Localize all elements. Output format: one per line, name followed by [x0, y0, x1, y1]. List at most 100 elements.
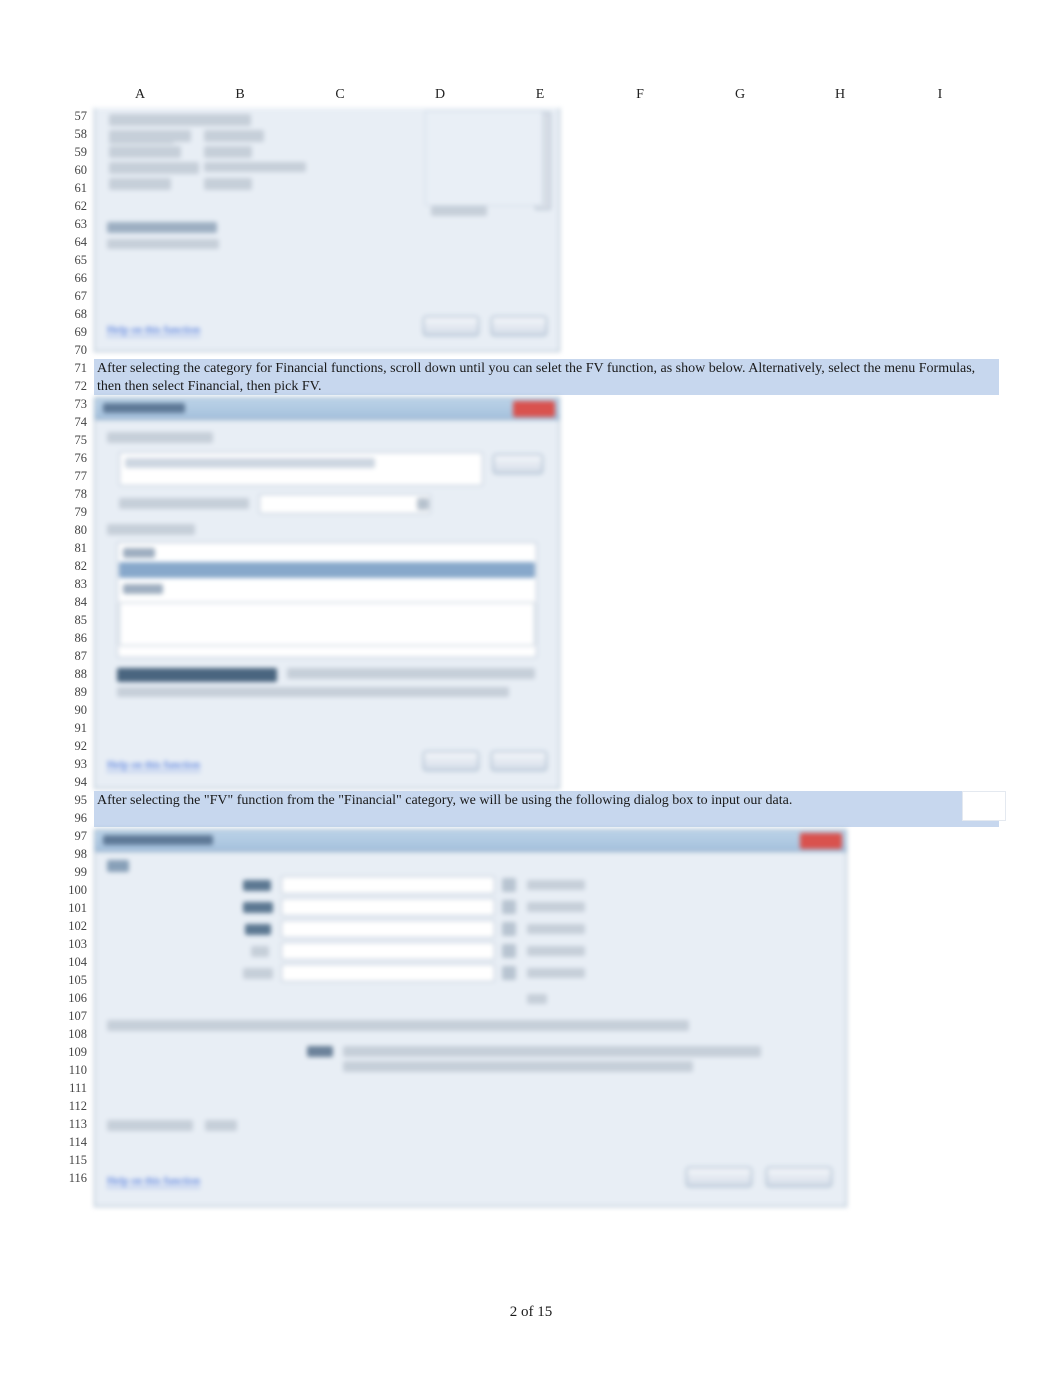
row-header[interactable]: 103	[57, 935, 91, 953]
dialog-insert-function-bottom: Help on this function	[94, 108, 560, 352]
row-header[interactable]: 81	[57, 539, 91, 557]
col-header-f[interactable]: F	[590, 87, 690, 107]
comment-indicator	[962, 791, 1006, 821]
row-header[interactable]: 67	[57, 287, 91, 305]
row-header[interactable]: 65	[57, 251, 91, 269]
dialog-titlebar	[95, 830, 846, 852]
row-header[interactable]: 69	[57, 323, 91, 341]
row-header[interactable]: 94	[57, 773, 91, 791]
row-header[interactable]: 100	[57, 881, 91, 899]
row-header[interactable]: 93	[57, 755, 91, 773]
row-header[interactable]: 68	[57, 305, 91, 323]
row-header[interactable]: 115	[57, 1151, 91, 1169]
row-header[interactable]: 89	[57, 683, 91, 701]
help-link[interactable]: Help on this function	[107, 759, 200, 772]
row-header[interactable]: 95	[57, 791, 91, 809]
row-header[interactable]: 96	[57, 809, 91, 827]
row-header[interactable]: 66	[57, 269, 91, 287]
row-header[interactable]: 108	[57, 1025, 91, 1043]
pv-input[interactable]	[281, 942, 495, 960]
close-icon[interactable]	[800, 833, 842, 849]
row-header[interactable]: 101	[57, 899, 91, 917]
row-header[interactable]: 116	[57, 1169, 91, 1187]
row-header[interactable]: 88	[57, 665, 91, 683]
row-header[interactable]: 61	[57, 179, 91, 197]
ref-picker-icon[interactable]	[502, 922, 516, 936]
col-header-g[interactable]: G	[690, 87, 790, 107]
rate-input[interactable]	[281, 876, 495, 894]
row-header[interactable]: 60	[57, 161, 91, 179]
col-header-b[interactable]: B	[190, 87, 290, 107]
row-header[interactable]: 107	[57, 1007, 91, 1025]
row-header[interactable]: 76	[57, 449, 91, 467]
row-header[interactable]: 109	[57, 1043, 91, 1061]
row-header[interactable]: 59	[57, 143, 91, 161]
ref-picker-icon[interactable]	[502, 878, 516, 892]
category-select[interactable]	[259, 494, 431, 514]
row-header[interactable]: 58	[57, 125, 91, 143]
row-header[interactable]: 99	[57, 863, 91, 881]
row-header[interactable]: 98	[57, 845, 91, 863]
row-header[interactable]: 85	[57, 611, 91, 629]
row-header[interactable]: 63	[57, 215, 91, 233]
row-header[interactable]: 75	[57, 431, 91, 449]
row-header[interactable]: 92	[57, 737, 91, 755]
row-header[interactable]: 73	[57, 395, 91, 413]
cancel-button[interactable]	[491, 316, 547, 336]
col-header-d[interactable]: D	[390, 87, 490, 107]
col-header-h[interactable]: H	[790, 87, 890, 107]
row-header[interactable]: 87	[57, 647, 91, 665]
row-header[interactable]: 62	[57, 197, 91, 215]
row-header[interactable]: 97	[57, 827, 91, 845]
row-header[interactable]: 114	[57, 1133, 91, 1151]
row-header[interactable]: 74	[57, 413, 91, 431]
row-header[interactable]: 57	[57, 107, 91, 125]
row-header[interactable]: 80	[57, 521, 91, 539]
row-header[interactable]: 112	[57, 1097, 91, 1115]
row-header[interactable]: 91	[57, 719, 91, 737]
row-header[interactable]: 78	[57, 485, 91, 503]
row-header[interactable]: 84	[57, 593, 91, 611]
nper-input[interactable]	[281, 898, 495, 916]
row-header[interactable]: 105	[57, 971, 91, 989]
row-header[interactable]: 86	[57, 629, 91, 647]
col-header-a[interactable]: A	[90, 87, 190, 107]
row-header[interactable]: 106	[57, 989, 91, 1007]
ref-picker-icon[interactable]	[502, 944, 516, 958]
row-header[interactable]: 79	[57, 503, 91, 521]
ref-picker-icon[interactable]	[502, 900, 516, 914]
help-link[interactable]: Help on this function	[107, 324, 200, 337]
ok-button[interactable]	[423, 751, 479, 771]
row-header[interactable]: 77	[57, 467, 91, 485]
column-headers: A B C D E F G H I	[90, 87, 1000, 107]
list-item-selected[interactable]	[119, 562, 535, 578]
cancel-button[interactable]	[766, 1167, 832, 1187]
row-header[interactable]: 70	[57, 341, 91, 359]
ok-button[interactable]	[423, 316, 479, 336]
type-input[interactable]	[281, 964, 495, 982]
row-header[interactable]: 82	[57, 557, 91, 575]
cancel-button[interactable]	[491, 751, 547, 771]
row-header[interactable]: 64	[57, 233, 91, 251]
help-link[interactable]: Help on this function	[107, 1175, 200, 1188]
row-header[interactable]: 110	[57, 1061, 91, 1079]
ok-button[interactable]	[686, 1167, 752, 1187]
pmt-input[interactable]	[281, 920, 495, 938]
dialog-function-arguments: Help on this function	[94, 829, 847, 1207]
close-icon[interactable]	[513, 401, 555, 417]
col-header-i[interactable]: I	[890, 87, 990, 107]
row-header[interactable]: 104	[57, 953, 91, 971]
row-header[interactable]: 102	[57, 917, 91, 935]
page-footer: 2 of 15	[0, 1304, 1062, 1321]
row-header[interactable]: 83	[57, 575, 91, 593]
col-header-e[interactable]: E	[490, 87, 590, 107]
go-button[interactable]	[493, 454, 543, 474]
ref-picker-icon[interactable]	[502, 966, 516, 980]
row-header[interactable]: 72	[57, 377, 91, 395]
instruction-text-1: After selecting the category for Financi…	[94, 359, 999, 395]
row-header[interactable]: 113	[57, 1115, 91, 1133]
row-header[interactable]: 71	[57, 359, 91, 377]
row-header[interactable]: 111	[57, 1079, 91, 1097]
row-header[interactable]: 90	[57, 701, 91, 719]
col-header-c[interactable]: C	[290, 87, 390, 107]
